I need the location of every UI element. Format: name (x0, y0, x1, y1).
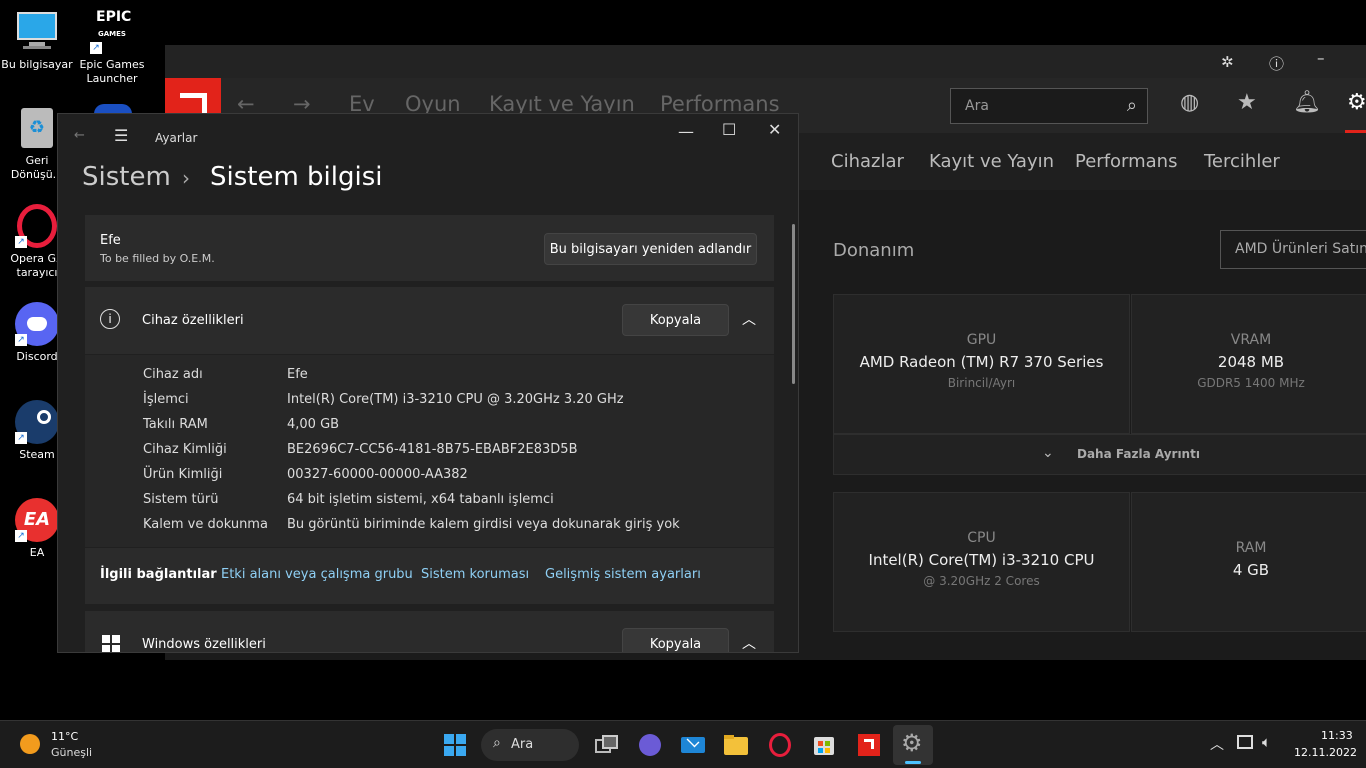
search-icon: ⌕ (493, 735, 501, 751)
chevron-up-icon[interactable]: ︿ (742, 633, 756, 652)
ram-card: RAM 4 GB (1131, 492, 1366, 632)
cpu-card: CPU Intel(R) Core(TM) i3-3210 CPU @ 3.20… (833, 492, 1130, 632)
link-protection[interactable]: Sistem koruması (421, 567, 529, 582)
chevron-up-icon[interactable]: ︿ (742, 309, 756, 329)
desktop-icon-epic[interactable]: EPIC GAMES ↗ Epic Games Launcher (75, 10, 149, 86)
opera-gx-icon: ↗ (15, 204, 59, 248)
amd-titlebar: ✲ ⓘ – (165, 45, 1366, 78)
minimize-icon[interactable]: – (1317, 49, 1325, 67)
maximize-icon[interactable]: ☐ (722, 120, 736, 139)
weather-desc[interactable]: Güneşli (51, 746, 92, 759)
amd-search-input[interactable]: Ara ⌕ (950, 88, 1148, 124)
device-specs-list: Cihaz adı Efe İşlemci Intel(R) Core(TM) … (85, 355, 774, 547)
subnav-tercihler[interactable]: Tercihler (1204, 151, 1280, 172)
clock-time[interactable]: 11:33 (1321, 729, 1353, 742)
breadcrumb-chevron-icon: › (182, 166, 190, 190)
device-sub: To be filled by O.E.M. (100, 252, 215, 265)
sell-button[interactable]: AMD Ürünleri Satın (1220, 230, 1366, 269)
related-label: İlgili bağlantılar (100, 567, 217, 582)
start-icon[interactable] (441, 731, 469, 759)
epic-games-icon: EPIC GAMES ↗ (90, 10, 134, 54)
taskbar: 11°C Güneşli ⌕ Ara ⚙ ︿ 🔈︎ 11:33 12.11.20… (0, 720, 1366, 768)
vram-card: VRAM 2048 MB GDDR5 1400 MHz (1131, 294, 1366, 434)
copy-button[interactable]: Kopyala (622, 304, 729, 336)
chevron-down-icon: ⌄ (1042, 445, 1054, 461)
search-icon[interactable]: ⌕ (1127, 95, 1137, 116)
computer-icon (15, 10, 59, 54)
windows-specs-header[interactable]: Windows özellikleri Kopyala ︿ (85, 611, 774, 652)
steam-icon: ↗ (15, 400, 59, 444)
opera-gx-icon[interactable] (766, 731, 794, 759)
network-icon[interactable] (1237, 735, 1253, 749)
copy-windows-button[interactable]: Kopyala (622, 628, 729, 652)
mail-icon[interactable] (679, 731, 707, 759)
close-icon[interactable]: ✕ (768, 120, 781, 139)
amd-radeon-icon[interactable] (855, 731, 883, 759)
ea-icon: EA ↗ (15, 498, 59, 542)
help-icon[interactable]: ⓘ (1269, 53, 1284, 74)
menu-icon[interactable]: ☰ (114, 126, 128, 145)
subnav-cihazlar[interactable]: Cihazlar (831, 151, 904, 172)
section-title: Donanım (833, 240, 915, 261)
gear-icon[interactable]: ⚙ (1347, 90, 1366, 115)
gpu-card: GPU AMD Radeon (TM) R7 370 Series Birinc… (833, 294, 1130, 434)
settings-window: ← ☰ Ayarlar — ☐ ✕ Sistem › Sistem bilgis… (57, 113, 799, 653)
volume-icon[interactable]: 🔈︎ (1262, 733, 1271, 751)
windows-logo-icon (102, 635, 120, 652)
settings-taskbar-icon[interactable]: ⚙ (893, 725, 933, 765)
subnav-kayit[interactable]: Kayıt ve Yayın (929, 151, 1054, 172)
rename-pc-button[interactable]: Bu bilgisayarı yeniden adlandır (544, 233, 757, 265)
scrollbar[interactable] (792, 224, 795, 384)
windows-specs-title: Windows özellikleri (142, 637, 266, 652)
store-icon[interactable] (810, 731, 838, 759)
file-explorer-icon[interactable] (722, 731, 750, 759)
device-specs-title: Cihaz özellikleri (142, 313, 244, 328)
device-name-panel: Efe To be filled by O.E.M. Bu bilgisayar… (85, 215, 774, 281)
link-advanced[interactable]: Gelişmiş sistem ayarları (545, 567, 701, 582)
discord-icon: ↗ (15, 302, 59, 346)
bug-icon[interactable]: ✲ (1221, 53, 1234, 71)
star-icon[interactable]: ★ (1237, 90, 1257, 115)
chevron-up-icon[interactable]: ︿ (1210, 734, 1224, 754)
link-domain[interactable]: Etki alanı veya çalışma grubu (221, 567, 413, 582)
bell-icon[interactable]: 🔔︎ (1293, 90, 1321, 115)
chat-icon[interactable] (636, 731, 664, 759)
desktop-icon-this-pc[interactable]: Bu bilgisayar (0, 10, 74, 72)
breadcrumb-sistem[interactable]: Sistem (82, 162, 171, 192)
recycle-bin-icon: ♻ (15, 106, 59, 150)
sun-icon[interactable] (20, 734, 40, 754)
related-links-panel: İlgili bağlantılar Etki alanı veya çalış… (85, 548, 774, 604)
minimize-icon[interactable]: — (678, 122, 694, 141)
subnav-performans[interactable]: Performans (1075, 151, 1177, 172)
gear-icon: ⚙ (901, 729, 923, 757)
weather-temp[interactable]: 11°C (51, 730, 78, 743)
page-title: Sistem bilgisi (210, 162, 383, 192)
clock-date[interactable]: 12.11.2022 (1294, 746, 1357, 759)
app-title: Ayarlar (155, 131, 198, 145)
device-specs-header[interactable]: i Cihaz özellikleri Kopyala ︿ (85, 287, 774, 354)
back-icon[interactable]: ← (74, 128, 85, 143)
more-details-bar[interactable]: ⌄ Daha Fazla Ayrıntı (833, 434, 1366, 475)
globe-icon[interactable]: ◍ (1180, 90, 1199, 115)
taskbar-search[interactable]: ⌕ Ara (481, 729, 579, 761)
device-name: Efe (100, 233, 121, 248)
info-icon: i (100, 309, 120, 329)
task-view-icon[interactable] (593, 731, 621, 759)
settings-titlebar: ← ☰ Ayarlar — ☐ ✕ (58, 114, 798, 158)
